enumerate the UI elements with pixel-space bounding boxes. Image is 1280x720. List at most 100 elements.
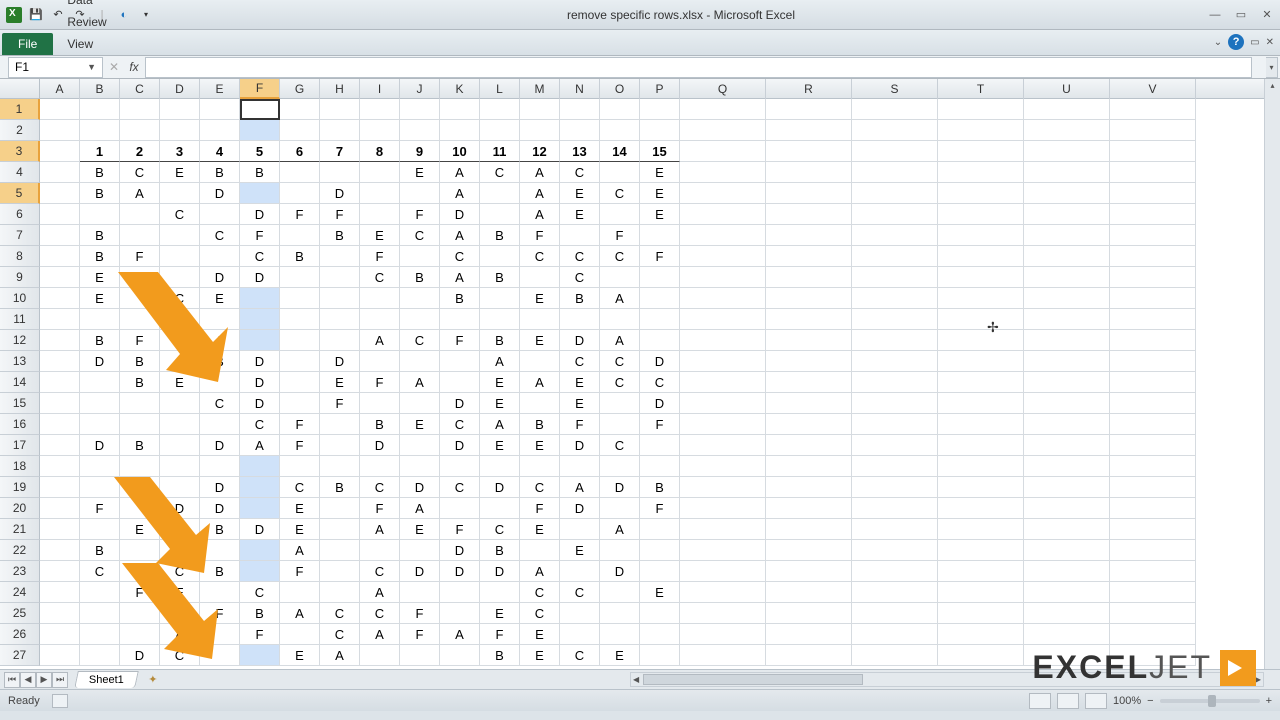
cell-D27[interactable]: C	[160, 645, 200, 666]
cell-C18[interactable]	[120, 456, 160, 477]
cell-J19[interactable]: D	[400, 477, 440, 498]
cell-A17[interactable]	[40, 435, 80, 456]
col-header-F[interactable]: F	[240, 79, 280, 99]
cell-I27[interactable]	[360, 645, 400, 666]
cell-J10[interactable]	[400, 288, 440, 309]
cell-Q11[interactable]	[680, 309, 766, 330]
cell-K25[interactable]	[440, 603, 480, 624]
cell-O27[interactable]: E	[600, 645, 640, 666]
cell-R19[interactable]	[766, 477, 852, 498]
cell-C24[interactable]: F	[120, 582, 160, 603]
cell-T12[interactable]	[938, 330, 1024, 351]
cell-C9[interactable]	[120, 267, 160, 288]
cell-P7[interactable]	[640, 225, 680, 246]
cell-P27[interactable]	[640, 645, 680, 666]
cell-K8[interactable]: C	[440, 246, 480, 267]
cell-L23[interactable]: D	[480, 561, 520, 582]
cell-M21[interactable]: E	[520, 519, 560, 540]
cell-Q5[interactable]	[680, 183, 766, 204]
cell-S11[interactable]	[852, 309, 938, 330]
cell-B6[interactable]	[80, 204, 120, 225]
cell-L13[interactable]: A	[480, 351, 520, 372]
cell-L25[interactable]: E	[480, 603, 520, 624]
cell-B27[interactable]	[80, 645, 120, 666]
cell-M5[interactable]: A	[520, 183, 560, 204]
cell-O4[interactable]	[600, 162, 640, 183]
cell-Q26[interactable]	[680, 624, 766, 645]
cell-M9[interactable]	[520, 267, 560, 288]
col-header-S[interactable]: S	[852, 79, 938, 99]
cell-O21[interactable]: A	[600, 519, 640, 540]
cell-I18[interactable]	[360, 456, 400, 477]
cell-U11[interactable]	[1024, 309, 1110, 330]
cell-N20[interactable]: D	[560, 498, 600, 519]
cell-F9[interactable]: D	[240, 267, 280, 288]
cell-S15[interactable]	[852, 393, 938, 414]
cell-B4[interactable]: B	[80, 162, 120, 183]
cell-D18[interactable]	[160, 456, 200, 477]
col-header-K[interactable]: K	[440, 79, 480, 99]
cell-V7[interactable]	[1110, 225, 1196, 246]
cell-I4[interactable]	[360, 162, 400, 183]
cell-S22[interactable]	[852, 540, 938, 561]
cell-I2[interactable]	[360, 120, 400, 141]
cell-O3[interactable]: 14	[600, 141, 640, 162]
cell-R22[interactable]	[766, 540, 852, 561]
cell-K14[interactable]	[440, 372, 480, 393]
cell-D12[interactable]	[160, 330, 200, 351]
cell-H11[interactable]	[320, 309, 360, 330]
cell-F11[interactable]	[240, 309, 280, 330]
cell-H4[interactable]	[320, 162, 360, 183]
cell-H3[interactable]: 7	[320, 141, 360, 162]
cell-E10[interactable]: E	[200, 288, 240, 309]
cell-J27[interactable]	[400, 645, 440, 666]
new-sheet-icon[interactable]: ✦	[143, 672, 163, 688]
cell-F1[interactable]	[240, 99, 280, 120]
cell-K5[interactable]: A	[440, 183, 480, 204]
cell-T20[interactable]	[938, 498, 1024, 519]
cell-D23[interactable]: C	[160, 561, 200, 582]
col-header-D[interactable]: D	[160, 79, 200, 99]
cell-D8[interactable]	[160, 246, 200, 267]
row-header-16[interactable]: 16	[0, 414, 40, 435]
cell-F6[interactable]: D	[240, 204, 280, 225]
cell-V2[interactable]	[1110, 120, 1196, 141]
cell-L8[interactable]	[480, 246, 520, 267]
cell-U26[interactable]	[1024, 624, 1110, 645]
cell-I6[interactable]	[360, 204, 400, 225]
cell-I23[interactable]: C	[360, 561, 400, 582]
cancel-fx-icon[interactable]: ✕	[105, 60, 123, 74]
cell-V18[interactable]	[1110, 456, 1196, 477]
cell-E4[interactable]: B	[200, 162, 240, 183]
row-header-5[interactable]: 5	[0, 183, 40, 204]
cells-area[interactable]: 123456789101112131415BCEBBEACACEBADDAAEC…	[40, 99, 1280, 669]
cell-H16[interactable]	[320, 414, 360, 435]
cell-Q8[interactable]	[680, 246, 766, 267]
cell-M20[interactable]: F	[520, 498, 560, 519]
cell-P10[interactable]	[640, 288, 680, 309]
ribbon-min-icon[interactable]: ⌄	[1214, 37, 1222, 48]
cell-P23[interactable]	[640, 561, 680, 582]
cell-C22[interactable]	[120, 540, 160, 561]
cell-Q21[interactable]	[680, 519, 766, 540]
cell-M10[interactable]: E	[520, 288, 560, 309]
row-header-2[interactable]: 2	[0, 120, 40, 141]
cell-E18[interactable]	[200, 456, 240, 477]
cell-A19[interactable]	[40, 477, 80, 498]
cell-B26[interactable]	[80, 624, 120, 645]
cell-P15[interactable]: D	[640, 393, 680, 414]
cell-R10[interactable]	[766, 288, 852, 309]
cell-D21[interactable]	[160, 519, 200, 540]
cell-N22[interactable]: E	[560, 540, 600, 561]
row-header-26[interactable]: 26	[0, 624, 40, 645]
cell-S25[interactable]	[852, 603, 938, 624]
cell-C1[interactable]	[120, 99, 160, 120]
cell-D10[interactable]: C	[160, 288, 200, 309]
cell-B11[interactable]	[80, 309, 120, 330]
cell-D14[interactable]: E	[160, 372, 200, 393]
cell-T24[interactable]	[938, 582, 1024, 603]
cell-Q23[interactable]	[680, 561, 766, 582]
cell-M23[interactable]: A	[520, 561, 560, 582]
cell-O18[interactable]	[600, 456, 640, 477]
cell-P2[interactable]	[640, 120, 680, 141]
